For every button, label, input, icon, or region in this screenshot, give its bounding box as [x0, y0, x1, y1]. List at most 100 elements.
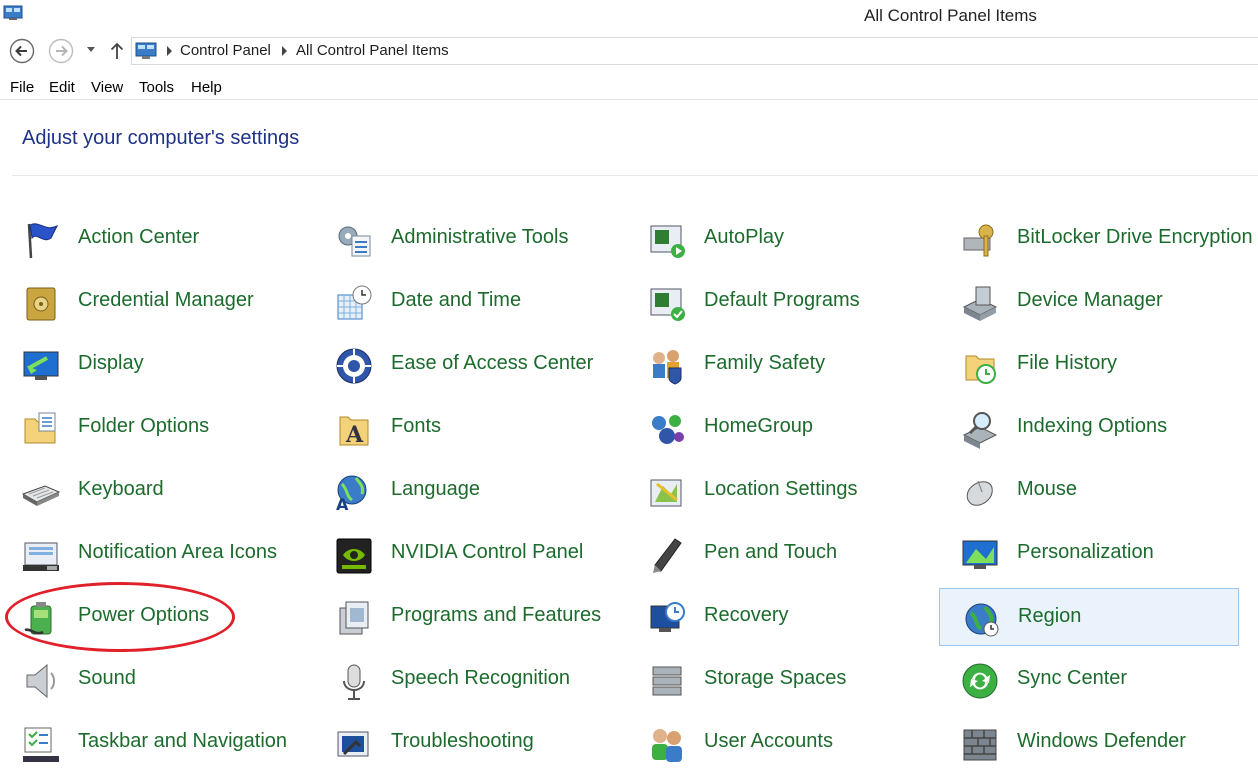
forward-icon[interactable] [48, 38, 74, 64]
ease-of-access-icon [336, 348, 372, 384]
control-panel-item-sound[interactable]: Sound [0, 651, 313, 709]
pen-icon [653, 538, 682, 573]
bitlocker-key-icon [963, 224, 994, 257]
control-panel-item-power-options[interactable]: Power Options [0, 588, 313, 646]
control-panel-item-speech-recognition[interactable]: Speech Recognition [313, 651, 626, 709]
location-icon [650, 479, 682, 507]
control-panel-item-location-settings[interactable]: Location Settings [626, 462, 939, 520]
menu-help[interactable]: Help [191, 79, 222, 96]
address-bar[interactable]: Control Panel All Control Panel Items [131, 37, 1258, 65]
calendar-clock-icon [337, 285, 372, 320]
language-icon: A [336, 475, 367, 512]
mouse-icon [966, 480, 993, 506]
control-panel-item-bitlocker-drive-encryption[interactable]: BitLocker Drive Encryption [939, 210, 1253, 268]
control-panel-item-recovery[interactable]: Recovery [626, 588, 939, 646]
control-panel-item-notification-area-icons[interactable]: Notification Area Icons [0, 525, 313, 583]
recent-locations-chevron-icon[interactable] [87, 47, 95, 52]
control-panel-item-action-center[interactable]: Action Center [0, 210, 313, 268]
microphone-icon [343, 664, 365, 700]
item-label: Family Safety [704, 352, 826, 374]
control-panel-item-administrative-tools[interactable]: Administrative Tools [313, 210, 626, 268]
control-panel-item-homegroup[interactable]: HomeGroup [626, 399, 939, 457]
control-panel-item-pen-and-touch[interactable]: Pen and Touch [626, 525, 939, 583]
battery-icon [24, 602, 52, 635]
wall-icon [963, 729, 997, 761]
control-panel-item-folder-options[interactable]: Folder Options [0, 399, 313, 457]
control-panel-item-display[interactable]: Display [0, 336, 313, 394]
file-history-icon [965, 355, 996, 384]
control-panel-item-personalization[interactable]: Personalization [939, 525, 1239, 583]
item-label: NVIDIA Control Panel [391, 541, 584, 563]
title-bar: All Control Panel Items [0, 0, 1258, 32]
back-icon[interactable] [9, 38, 35, 64]
control-panel-item-autoplay[interactable]: AutoPlay [626, 210, 939, 268]
control-panel-item-windows-defender[interactable]: Windows Defender [939, 714, 1239, 772]
taskbar-icon [23, 727, 59, 762]
item-label: Notification Area Icons [78, 541, 277, 563]
item-label: Sync Center [1017, 667, 1128, 689]
device-manager-icon [962, 286, 998, 321]
control-panel-item-date-and-time[interactable]: Date and Time [313, 273, 626, 331]
folder-options-icon [24, 412, 56, 444]
notification-tray-icon [23, 542, 59, 571]
control-panel-item-family-safety[interactable]: Family Safety [626, 336, 939, 394]
control-panel-item-fonts[interactable]: A Fonts [313, 399, 626, 457]
control-panel-icon[interactable] [3, 5, 23, 21]
control-panel-item-user-accounts[interactable]: User Accounts [626, 714, 939, 772]
control-panel-item-device-manager[interactable]: Device Manager [939, 273, 1239, 331]
control-panel-item-credential-manager[interactable]: Credential Manager [0, 273, 313, 331]
breadcrumb-control-panel[interactable]: Control Panel [180, 42, 271, 59]
control-panel-item-troubleshooting[interactable]: Troubleshooting [313, 714, 626, 772]
item-label: Recovery [704, 604, 789, 626]
breadcrumb-separator-icon[interactable] [282, 46, 287, 56]
storage-spaces-icon [652, 666, 682, 696]
menu-file[interactable]: File [10, 79, 34, 96]
up-arrow-icon[interactable] [104, 38, 130, 64]
item-label: Power Options [78, 604, 210, 626]
item-label: HomeGroup [704, 415, 813, 437]
control-panel-item-mouse[interactable]: Mouse [939, 462, 1239, 520]
item-label: Region [1018, 605, 1082, 627]
item-label: AutoPlay [704, 226, 785, 248]
item-label: Folder Options [78, 415, 210, 437]
item-label: Indexing Options [1017, 415, 1168, 437]
svg-text:A: A [345, 422, 364, 448]
control-panel-small-icon [135, 42, 157, 59]
programs-icon [339, 601, 369, 635]
default-programs-icon [650, 288, 685, 321]
breadcrumb-all-items[interactable]: All Control Panel Items [296, 42, 449, 59]
item-label: Pen and Touch [704, 541, 838, 563]
item-label: BitLocker Drive Encryption [1017, 226, 1253, 248]
item-label: Language [391, 478, 480, 500]
control-panel-item-taskbar-and-navigation[interactable]: Taskbar and Navigation [0, 714, 313, 772]
control-panel-item-sync-center[interactable]: Sync Center [939, 651, 1239, 709]
control-panel-item-ease-of-access-center[interactable]: Ease of Access Center [313, 336, 626, 394]
control-panel-item-default-programs[interactable]: Default Programs [626, 273, 939, 331]
troubleshooting-icon [337, 731, 369, 757]
menu-tools[interactable]: Tools [139, 79, 174, 96]
item-label: Action Center [78, 226, 200, 248]
menu-view[interactable]: View [91, 79, 123, 96]
admin-tools-icon [338, 226, 371, 257]
homegroup-icon [652, 415, 684, 444]
control-panel-item-file-history[interactable]: File History [939, 336, 1239, 394]
control-panel-item-language[interactable]: A Language [313, 462, 626, 520]
control-panel-item-programs-and-features[interactable]: Programs and Features [313, 588, 626, 646]
sync-icon [962, 663, 998, 699]
indexing-icon [962, 412, 998, 449]
control-panel-item-indexing-options[interactable]: Indexing Options [939, 399, 1239, 457]
heading-divider [12, 175, 1258, 176]
item-label: Default Programs [704, 289, 860, 311]
breadcrumb-separator-icon[interactable] [167, 46, 172, 56]
item-label: File History [1017, 352, 1118, 374]
menu-bar: File Edit View Tools Help [0, 75, 1258, 100]
autoplay-icon [650, 225, 685, 258]
control-panel-item-keyboard[interactable]: Keyboard [0, 462, 313, 520]
control-panel-item-storage-spaces[interactable]: Storage Spaces [626, 651, 939, 709]
menu-edit[interactable]: Edit [49, 79, 75, 96]
item-label: Programs and Features [391, 604, 602, 626]
control-panel-item-nvidia-control-panel[interactable]: NVIDIA Control Panel [313, 525, 626, 583]
item-label: Personalization [1017, 541, 1154, 563]
control-panel-item-region[interactable]: Region [939, 588, 1239, 646]
item-label: Taskbar and Navigation [78, 730, 288, 752]
